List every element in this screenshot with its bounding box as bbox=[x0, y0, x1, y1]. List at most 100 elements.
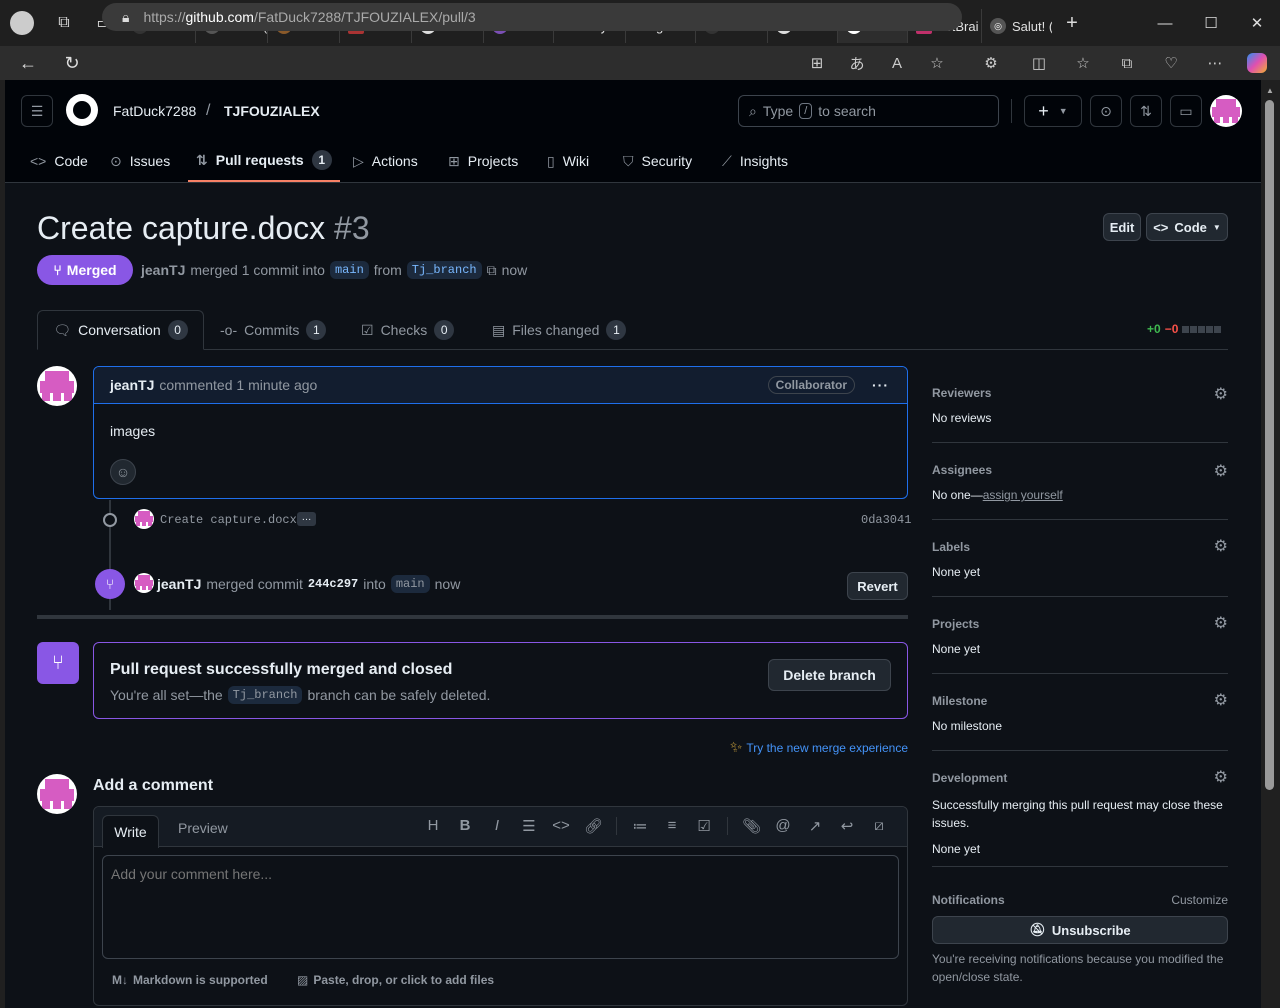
tab-issues[interactable]: ⊙ Issues bbox=[110, 140, 170, 182]
tab-checks[interactable]: ☑ Checks 0 bbox=[361, 320, 455, 340]
quote-icon[interactable]: ☰ bbox=[520, 817, 538, 835]
split-screen-icon[interactable]: ◫ bbox=[1024, 46, 1054, 80]
github-logo-icon[interactable] bbox=[66, 94, 98, 126]
tab-code[interactable]: <> Code bbox=[30, 140, 88, 182]
copilot-icon[interactable] bbox=[1242, 46, 1272, 80]
italic-icon[interactable]: I bbox=[488, 817, 506, 835]
collections-icon[interactable]: ⧉ bbox=[1112, 46, 1142, 80]
performance-icon[interactable]: ♡ bbox=[1156, 46, 1186, 80]
ordered-list-icon[interactable]: ≔ bbox=[631, 817, 649, 835]
favorite-star-icon[interactable]: ☆ bbox=[922, 46, 952, 80]
repo-name-link[interactable]: TJFOUZIALEX bbox=[224, 103, 320, 119]
commit-author-avatar[interactable] bbox=[134, 509, 154, 529]
commit-sha-link[interactable]: 0da3041 bbox=[861, 513, 911, 527]
assignees-label[interactable]: Assignees bbox=[932, 463, 992, 477]
assign-yourself-link[interactable]: assign yourself bbox=[983, 488, 1063, 502]
labels-label[interactable]: Labels bbox=[932, 540, 970, 554]
task-list-icon[interactable]: ☑ bbox=[695, 817, 713, 835]
url-field[interactable]: 🔒︎ https://github.com/FatDuck7288/TJFOUZ… bbox=[102, 3, 962, 31]
slash-command-icon[interactable]: ⧄ bbox=[870, 817, 888, 835]
comment-textarea[interactable] bbox=[102, 855, 899, 959]
attach-files[interactable]: ▨ Paste, drop, or click to add files bbox=[297, 973, 494, 987]
page-scrollbar[interactable]: ▲ bbox=[1261, 80, 1280, 1008]
commit-expand-button[interactable]: … bbox=[297, 512, 316, 526]
more-menu-icon[interactable]: ⋯ bbox=[1200, 46, 1230, 80]
repo-owner-link[interactable]: FatDuck7288 bbox=[113, 103, 196, 119]
search-input[interactable]: ⌕ Type / to search bbox=[738, 95, 999, 127]
browser-tab[interactable]: ◎ Salut! ( bbox=[982, 9, 1052, 43]
development-label[interactable]: Development bbox=[932, 771, 1007, 785]
menu-icon[interactable]: ☰ bbox=[21, 95, 53, 127]
copy-icon[interactable]: ⧉ bbox=[487, 262, 497, 279]
reviewers-label[interactable]: Reviewers bbox=[932, 386, 991, 400]
head-branch[interactable]: Tj_branch bbox=[406, 261, 482, 279]
minimize-icon[interactable]: — bbox=[1142, 0, 1188, 46]
cross-reference-icon[interactable]: ↗ bbox=[806, 817, 824, 835]
tab-projects[interactable]: ⊞ Projects bbox=[448, 140, 518, 182]
gear-icon[interactable]: ⚙ bbox=[1214, 536, 1228, 556]
customize-link[interactable]: Customize bbox=[1171, 893, 1228, 907]
merged-branch[interactable]: Tj_branch bbox=[227, 686, 303, 704]
code-dropdown-button[interactable]: <> Code ▼ bbox=[1146, 213, 1228, 241]
pr-author-link[interactable]: jeanTJ bbox=[141, 262, 185, 278]
edit-button[interactable]: Edit bbox=[1103, 213, 1141, 241]
new-tab-icon[interactable]: + bbox=[1052, 0, 1092, 46]
inbox-icon[interactable]: ▭ bbox=[1170, 95, 1202, 127]
mention-icon[interactable]: @ bbox=[774, 817, 792, 835]
comment-menu-icon[interactable]: ··· bbox=[872, 377, 889, 393]
merge-sha-link[interactable]: 244c297 bbox=[308, 577, 358, 591]
merge-author-avatar[interactable] bbox=[134, 573, 154, 593]
milestone-label[interactable]: Milestone bbox=[932, 694, 987, 708]
user-avatar[interactable] bbox=[1210, 95, 1242, 127]
unsubscribe-button[interactable]: 🔕︎ Unsubscribe bbox=[932, 916, 1228, 944]
attach-icon[interactable]: 📎︎ bbox=[742, 817, 761, 835]
revert-button[interactable]: Revert bbox=[847, 572, 908, 600]
extensions-icon[interactable]: ⚙ bbox=[976, 46, 1006, 80]
workspaces-icon[interactable]: ⧉ bbox=[44, 0, 84, 46]
delete-branch-button[interactable]: Delete branch bbox=[768, 659, 891, 691]
projects-label[interactable]: Projects bbox=[932, 617, 979, 631]
tab-security[interactable]: ⛉ Security bbox=[623, 140, 692, 182]
favorites-icon[interactable]: ☆ bbox=[1068, 46, 1098, 80]
code-icon[interactable]: <> bbox=[552, 817, 570, 835]
translate-icon[interactable]: あ bbox=[842, 46, 872, 80]
add-reaction-button[interactable]: ☺ bbox=[110, 459, 136, 485]
maximize-icon[interactable]: ☐ bbox=[1188, 0, 1234, 46]
back-icon[interactable]: ← bbox=[6, 46, 50, 80]
tab-wiki[interactable]: ▯ Wiki bbox=[547, 140, 589, 182]
link-icon[interactable]: 🔗︎ bbox=[584, 817, 603, 835]
base-branch[interactable]: main bbox=[329, 261, 369, 279]
bold-icon[interactable]: B bbox=[456, 817, 474, 835]
scrollbar-thumb[interactable] bbox=[1265, 100, 1274, 790]
commit-message-link[interactable]: Create capture.docx bbox=[160, 513, 297, 527]
comment-author-link[interactable]: jeanTJ bbox=[110, 377, 154, 393]
unordered-list-icon[interactable]: ≡ bbox=[663, 817, 681, 835]
tab-insights[interactable]: ⟋ Insights bbox=[722, 140, 788, 182]
scroll-up-icon[interactable]: ▲ bbox=[1266, 86, 1274, 95]
read-aloud-icon[interactable]: A bbox=[882, 46, 912, 80]
gear-icon[interactable]: ⚙ bbox=[1214, 461, 1228, 481]
gear-icon[interactable]: ⚙ bbox=[1214, 767, 1228, 787]
tab-files-changed[interactable]: ▤ Files changed 1 bbox=[492, 320, 627, 340]
create-new-button[interactable]: + ▼ bbox=[1024, 95, 1082, 127]
tab-actions[interactable]: ▷ Actions bbox=[353, 140, 418, 182]
gear-icon[interactable]: ⚙ bbox=[1214, 690, 1228, 710]
refresh-icon[interactable]: ↻ bbox=[50, 46, 94, 80]
tab-write[interactable]: Write bbox=[102, 815, 159, 848]
comment-author-avatar[interactable] bbox=[37, 366, 77, 406]
comment-timestamp[interactable]: commented 1 minute ago bbox=[159, 377, 317, 393]
tab-commits[interactable]: -o- Commits 1 bbox=[220, 320, 327, 340]
close-window-icon[interactable]: ✕ bbox=[1234, 0, 1280, 46]
tab-pull-requests[interactable]: ⇅ Pull requests 1 bbox=[188, 140, 340, 182]
heading-icon[interactable]: H bbox=[424, 817, 442, 835]
pull-requests-icon[interactable]: ⇅ bbox=[1130, 95, 1162, 127]
tab-preview[interactable]: Preview bbox=[178, 820, 228, 836]
markdown-hint[interactable]: M↓ Markdown is supported bbox=[112, 973, 268, 987]
profile-icon[interactable] bbox=[0, 0, 44, 46]
current-user-avatar[interactable] bbox=[37, 774, 77, 814]
app-available-icon[interactable]: ⊞ bbox=[802, 46, 832, 80]
merge-branch[interactable]: main bbox=[390, 575, 430, 593]
merge-author-link[interactable]: jeanTJ bbox=[157, 576, 201, 592]
gear-icon[interactable]: ⚙ bbox=[1214, 613, 1228, 633]
try-merge-link[interactable]: ✨︎ Try the new merge experience bbox=[730, 739, 908, 756]
